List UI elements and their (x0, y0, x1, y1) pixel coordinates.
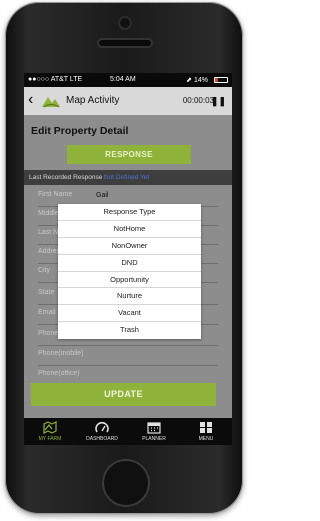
tab-bar: MY FARM DASHBOARD PLANNER MENU (24, 418, 232, 445)
dropdown-title: Response Type (58, 204, 201, 221)
tab-label: MENU (198, 436, 214, 442)
phone-office-field[interactable]: Phone(office) (38, 370, 218, 378)
tab-my-farm[interactable]: MY FARM (24, 418, 76, 445)
option-opportunity[interactable]: Opportunity (58, 272, 201, 289)
option-trash[interactable]: Trash (58, 322, 201, 339)
carrier-label: ●●○○○ AT&T LTE (28, 76, 83, 83)
field-label: State (38, 289, 55, 296)
chevron-left-icon[interactable]: ‹ (28, 92, 33, 108)
option-vacant[interactable]: Vacant (58, 305, 201, 323)
field-label: Phone(office) (38, 370, 80, 377)
nav-title: Map Activity (66, 95, 120, 106)
option-nurture[interactable]: Nurture (58, 288, 201, 306)
tab-dashboard[interactable]: DASHBOARD (76, 418, 128, 445)
grid-icon (200, 422, 212, 433)
last-response-value[interactable]: Not Defined Yet (104, 170, 149, 185)
speedometer-icon (95, 421, 109, 433)
earpiece-speaker (99, 40, 151, 46)
home-button[interactable] (104, 461, 148, 505)
tab-label: PLANNER (142, 436, 166, 442)
activity-timer: 00:00:03 (182, 96, 214, 105)
tab-label: MY FARM (38, 436, 62, 442)
response-type-dropdown: Response Type NotHome NonOwner DND Oppor… (58, 204, 201, 339)
field-label: Phone(mobile) (38, 350, 84, 357)
tab-label: DASHBOARD (86, 436, 118, 442)
option-nothome[interactable]: NotHome (58, 221, 201, 238)
last-response-bar: Last Recorded Response : Not Defined Yet (24, 170, 232, 185)
nav-bar: ‹ Map Activity 00:00:03 ❚❚ (24, 87, 232, 115)
calendar-icon (147, 422, 161, 434)
tab-planner[interactable]: PLANNER (128, 418, 180, 445)
response-button[interactable]: RESPONSE (67, 145, 191, 164)
battery-label: ⬈ 14% (186, 77, 208, 84)
map-icon (43, 421, 57, 434)
clock: 5:04 AM (110, 76, 136, 83)
field-value: Gail (96, 192, 109, 199)
last-response-label: Last Recorded Response : (29, 174, 106, 181)
front-camera (120, 18, 130, 28)
page-indicator (116, 409, 156, 422)
page-title: Edit Property Detail (31, 125, 129, 137)
option-dnd[interactable]: DND (58, 255, 201, 272)
tab-menu[interactable]: MENU (180, 418, 232, 445)
field-label: Email (38, 309, 56, 316)
battery-icon (214, 77, 228, 83)
phone-mobile-field[interactable]: Phone(mobile) (38, 350, 218, 366)
field-label: First Name (38, 191, 73, 198)
status-bar: ●●○○○ AT&T LTE 5:04 AM ⬈ 14% (24, 73, 232, 87)
phone-frame: ●●○○○ AT&T LTE 5:04 AM ⬈ 14% ‹ Map Activ… (5, 2, 243, 514)
update-button[interactable]: UPDATE (31, 383, 216, 406)
field-label: City (38, 267, 51, 274)
farm-logo-icon (42, 97, 60, 108)
pause-icon[interactable]: ❚❚ (211, 96, 226, 107)
option-nonowner[interactable]: NonOwner (58, 238, 201, 255)
app-screen: ●●○○○ AT&T LTE 5:04 AM ⬈ 14% ‹ Map Activ… (24, 73, 232, 445)
